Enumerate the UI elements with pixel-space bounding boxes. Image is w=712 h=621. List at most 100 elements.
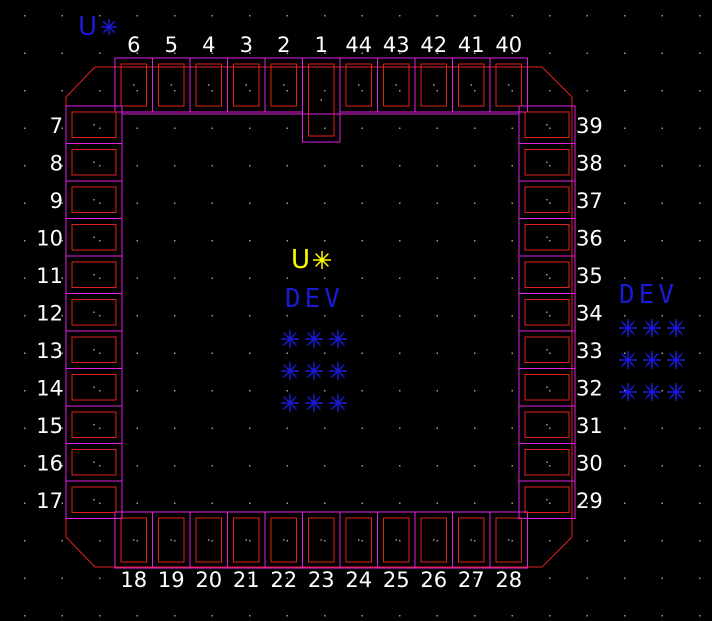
grid-dot bbox=[174, 390, 176, 392]
grid-dot bbox=[624, 240, 626, 242]
grid-dot bbox=[699, 240, 701, 242]
grid-dot bbox=[661, 352, 663, 354]
grid-dot bbox=[286, 90, 288, 92]
pad-center-17 bbox=[93, 499, 95, 501]
pin-number-40: 40 bbox=[495, 33, 522, 57]
grid-dot bbox=[511, 615, 513, 617]
grid-dot bbox=[549, 540, 551, 542]
grid-dot bbox=[136, 202, 138, 204]
grid-dot bbox=[99, 352, 101, 354]
grid-dot bbox=[99, 15, 101, 17]
grid-dot bbox=[361, 390, 363, 392]
grid-dot bbox=[286, 540, 288, 542]
grid-dot bbox=[699, 465, 701, 467]
grid-dot bbox=[361, 165, 363, 167]
grid-dot bbox=[249, 15, 251, 17]
grid-dot bbox=[211, 90, 213, 92]
grid-dot bbox=[624, 127, 626, 129]
grid-dot bbox=[361, 127, 363, 129]
grid-dot bbox=[24, 127, 26, 129]
grid-dot bbox=[549, 165, 551, 167]
value-star-icon bbox=[643, 319, 661, 337]
grid-dot bbox=[99, 127, 101, 129]
grid-dot bbox=[286, 427, 288, 429]
pin-number-9: 9 bbox=[50, 189, 63, 213]
grid-dot bbox=[99, 427, 101, 429]
pin-number-16: 16 bbox=[36, 451, 63, 475]
grid-dot bbox=[549, 15, 551, 17]
grid-dot bbox=[361, 540, 363, 542]
grid-dot bbox=[436, 277, 438, 279]
grid-dot bbox=[624, 277, 626, 279]
grid-dot bbox=[624, 465, 626, 467]
pin-number-29: 29 bbox=[576, 489, 603, 513]
grid-dot bbox=[436, 502, 438, 504]
grid-dot bbox=[174, 15, 176, 17]
grid-dot bbox=[324, 277, 326, 279]
grid-dot bbox=[61, 540, 63, 542]
grid-dot bbox=[324, 315, 326, 317]
pin-number-10: 10 bbox=[36, 226, 63, 250]
grid-dot bbox=[324, 165, 326, 167]
grid-dot bbox=[549, 427, 551, 429]
grid-dot bbox=[586, 540, 588, 542]
grid-dot bbox=[249, 315, 251, 317]
grid-dot bbox=[511, 165, 513, 167]
grid-dot bbox=[624, 615, 626, 617]
grid-dot bbox=[24, 540, 26, 542]
grid-dot bbox=[136, 352, 138, 354]
grid-dot bbox=[24, 465, 26, 467]
grid-dot bbox=[136, 615, 138, 617]
grid-dot bbox=[61, 90, 63, 92]
grid-dot bbox=[286, 165, 288, 167]
grid-dot bbox=[24, 390, 26, 392]
grid-dot bbox=[361, 90, 363, 92]
pin-number-23: 23 bbox=[308, 568, 335, 592]
grid-dot bbox=[249, 390, 251, 392]
grid-dot bbox=[511, 240, 513, 242]
grid-dot bbox=[586, 15, 588, 17]
grid-dot bbox=[361, 502, 363, 504]
pad-center-35 bbox=[546, 274, 548, 276]
grid-dot bbox=[699, 202, 701, 204]
pin-number-44: 44 bbox=[345, 33, 372, 57]
grid-dot bbox=[211, 202, 213, 204]
grid-dot bbox=[174, 165, 176, 167]
grid-dot bbox=[474, 15, 476, 17]
center-designator: U bbox=[291, 245, 310, 275]
pad-center-36 bbox=[546, 236, 548, 238]
pad-center-42 bbox=[433, 84, 435, 86]
origin-star-mark bbox=[101, 19, 117, 35]
grid-dot bbox=[211, 390, 213, 392]
grid-dot bbox=[661, 390, 663, 392]
grid-dot bbox=[474, 315, 476, 317]
grid-dot bbox=[474, 202, 476, 204]
designator-star-icon bbox=[313, 251, 331, 269]
grid-dot bbox=[549, 315, 551, 317]
grid-dot bbox=[511, 502, 513, 504]
pin-number-35: 35 bbox=[576, 264, 603, 288]
grid-dot bbox=[511, 202, 513, 204]
grid-dot bbox=[549, 90, 551, 92]
grid-dot bbox=[136, 277, 138, 279]
pin-number-18: 18 bbox=[120, 568, 147, 592]
grid-dot bbox=[174, 540, 176, 542]
pad-center-1 bbox=[320, 99, 322, 101]
pad-center-12 bbox=[93, 311, 95, 313]
pad-center-14 bbox=[93, 386, 95, 388]
grid-dot bbox=[136, 315, 138, 317]
pin-number-14: 14 bbox=[36, 376, 63, 400]
grid-dot bbox=[661, 240, 663, 242]
pad-center-8 bbox=[93, 161, 95, 163]
grid-dot bbox=[324, 352, 326, 354]
grid-dot bbox=[549, 502, 551, 504]
grid-dot bbox=[24, 90, 26, 92]
pad-center-37 bbox=[546, 199, 548, 201]
grid-dot bbox=[549, 277, 551, 279]
grid-dot bbox=[324, 127, 326, 129]
grid-dot bbox=[174, 277, 176, 279]
grid-dot bbox=[24, 202, 26, 204]
grid-dot bbox=[136, 465, 138, 467]
grid-dot bbox=[699, 577, 701, 579]
grid-dot bbox=[661, 52, 663, 54]
